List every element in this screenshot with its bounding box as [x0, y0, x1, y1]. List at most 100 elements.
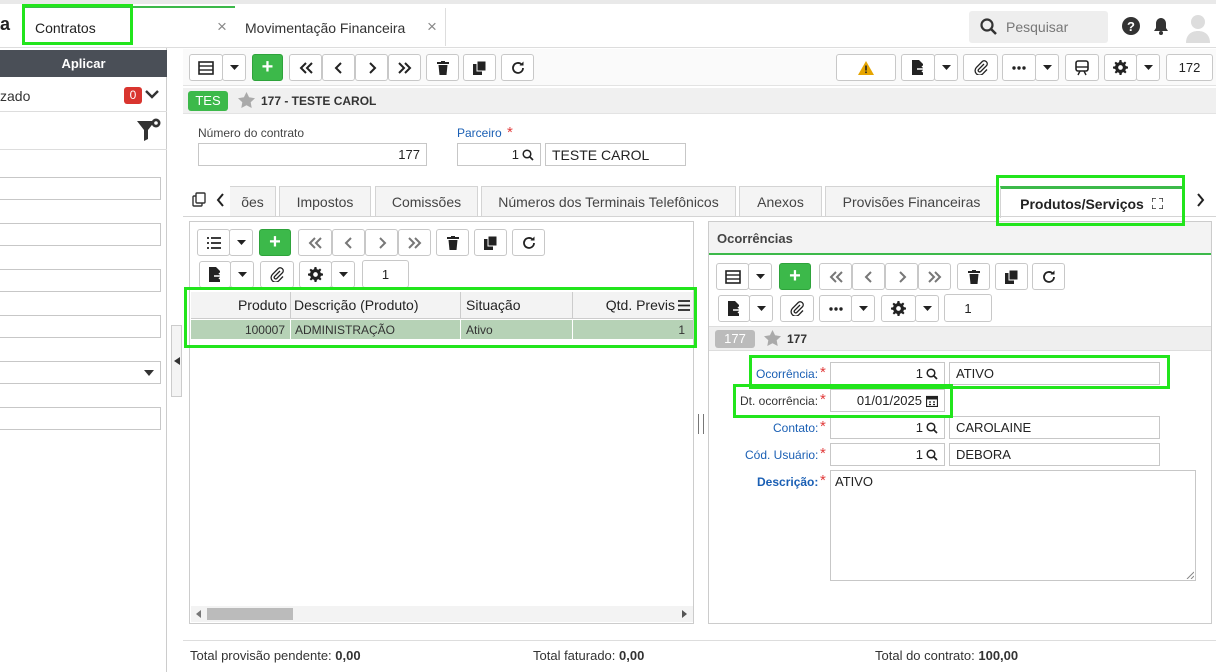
collapse-handle[interactable]: [171, 325, 182, 397]
last-record-button[interactable]: [388, 54, 421, 81]
occ-first-button[interactable]: [819, 263, 852, 290]
grid-view-dropdown[interactable]: [222, 54, 246, 81]
add-button[interactable]: +: [252, 54, 283, 81]
partner-code-field[interactable]: 1: [457, 143, 541, 166]
search-icon[interactable]: [926, 448, 938, 461]
tab-terminais[interactable]: Números dos Terminais Telefônicos: [481, 186, 736, 216]
export-button[interactable]: [901, 54, 935, 81]
tab-impostos[interactable]: Impostos: [279, 186, 371, 216]
occ-more-button[interactable]: [819, 295, 852, 322]
tab-movimentacao[interactable]: Movimentação Financeira ×: [236, 8, 446, 46]
list-view-button[interactable]: [197, 229, 230, 256]
grid-page-field[interactable]: 1: [362, 260, 409, 288]
column-descricao[interactable]: Descrição (Produto): [294, 297, 419, 313]
star-icon[interactable]: [238, 92, 255, 108]
gear-button[interactable]: [1104, 54, 1137, 81]
filter-field-2[interactable]: [0, 223, 161, 246]
table-row[interactable]: 100007 ADMINISTRAÇÃO Ativo 1: [191, 320, 693, 339]
duplicate-button[interactable]: [463, 54, 496, 81]
search-icon[interactable]: [522, 148, 534, 161]
star-icon[interactable]: [764, 330, 781, 346]
calendar-icon[interactable]: [926, 395, 938, 407]
ocorrencia-name-field[interactable]: ATIVO: [949, 362, 1160, 385]
occ-attach-button[interactable]: [780, 295, 814, 322]
panel-splitter[interactable]: [697, 414, 706, 434]
grid-export-button[interactable]: [199, 261, 231, 288]
more-actions-button[interactable]: [1002, 54, 1036, 81]
grid-gear-button[interactable]: [299, 261, 332, 288]
grid-export-dropdown[interactable]: [230, 261, 254, 288]
tab-contratos[interactable]: Contratos ×: [22, 6, 235, 46]
train-icon[interactable]: [1065, 54, 1099, 81]
refresh-button[interactable]: [501, 54, 534, 81]
tab-partial[interactable]: ões: [230, 186, 276, 216]
search-icon[interactable]: [926, 367, 938, 380]
avatar[interactable]: [1185, 13, 1211, 43]
occ-gear-dropdown[interactable]: [915, 295, 939, 322]
occ-previous-button[interactable]: [852, 263, 885, 290]
search-box[interactable]: Pesquisar: [969, 11, 1108, 43]
grid-attach-button[interactable]: [260, 261, 294, 288]
filter-field-4[interactable]: [0, 315, 161, 338]
occ-grid-view-dropdown[interactable]: [748, 263, 772, 290]
ocorrencia-code-field[interactable]: 1: [830, 362, 945, 385]
grid-view-button[interactable]: [189, 54, 223, 81]
chevron-right-icon[interactable]: [1196, 193, 1205, 207]
occ-grid-view-button[interactable]: [716, 263, 749, 290]
tab-anexos[interactable]: Anexos: [739, 186, 822, 216]
previous-record-button[interactable]: [322, 54, 355, 81]
occ-last-button[interactable]: [918, 263, 951, 290]
first-record-button[interactable]: [289, 54, 322, 81]
tab-provisoes[interactable]: Provisões Financeiras: [825, 186, 998, 216]
contato-name-field[interactable]: CAROLAINE: [949, 416, 1160, 439]
bell-icon[interactable]: [1151, 16, 1171, 36]
apply-button[interactable]: Aplicar: [0, 50, 167, 77]
gear-dropdown[interactable]: [1136, 54, 1160, 81]
chevron-down-icon[interactable]: [145, 90, 159, 100]
attach-button[interactable]: [963, 54, 998, 81]
close-icon[interactable]: ×: [427, 17, 437, 37]
copy-icon[interactable]: [192, 192, 207, 207]
usuario-code-field[interactable]: 1: [830, 443, 945, 466]
warning-button[interactable]: [836, 54, 896, 81]
filter-field-1[interactable]: [0, 177, 161, 200]
occ-gear-button[interactable]: [881, 295, 916, 322]
tab-produtos-servicos[interactable]: Produtos/Serviços: [1000, 186, 1183, 218]
grid-duplicate-button[interactable]: [474, 229, 507, 256]
grid-last-button[interactable]: [398, 229, 431, 256]
occ-delete-button[interactable]: [957, 263, 990, 290]
grid-delete-button[interactable]: [436, 229, 469, 256]
column-qtd[interactable]: Qtd. Previs: [575, 297, 675, 313]
search-icon[interactable]: [926, 421, 938, 434]
record-number-field[interactable]: 172: [1166, 54, 1213, 81]
close-icon[interactable]: ×: [217, 17, 227, 37]
delete-button[interactable]: [426, 54, 459, 81]
scrollbar-thumb[interactable]: [207, 608, 293, 620]
horizontal-scrollbar[interactable]: [191, 606, 693, 622]
filter-field-5[interactable]: [0, 407, 161, 430]
occ-duplicate-button[interactable]: [995, 263, 1028, 290]
occ-export-button[interactable]: [718, 295, 750, 322]
dt-ocorrencia-field[interactable]: 01/01/2025: [830, 389, 945, 412]
usuario-name-field[interactable]: DEBORA: [949, 443, 1160, 466]
next-record-button[interactable]: [355, 54, 388, 81]
grid-previous-button[interactable]: [332, 229, 365, 256]
grid-refresh-button[interactable]: [512, 229, 545, 256]
partner-name-field[interactable]: TESTE CAROL: [545, 143, 686, 166]
grid-add-button[interactable]: +: [259, 229, 291, 256]
filter-settings-icon[interactable]: [136, 118, 162, 144]
export-dropdown[interactable]: [934, 54, 958, 81]
column-situacao[interactable]: Situação: [466, 297, 520, 313]
filter-status-row[interactable]: zado 0: [0, 80, 167, 112]
contract-number-field[interactable]: 177: [198, 143, 427, 166]
filter-select[interactable]: [0, 361, 161, 384]
contato-code-field[interactable]: 1: [830, 416, 945, 439]
occ-next-button[interactable]: [885, 263, 918, 290]
more-actions-dropdown[interactable]: [1035, 54, 1059, 81]
occ-page-field[interactable]: 1: [944, 294, 992, 322]
chevron-left-icon[interactable]: [216, 193, 225, 207]
tab-comissoes[interactable]: Comissões: [375, 186, 478, 216]
occ-add-button[interactable]: +: [779, 263, 811, 290]
list-view-dropdown[interactable]: [229, 229, 253, 256]
occ-more-dropdown[interactable]: [851, 295, 875, 322]
